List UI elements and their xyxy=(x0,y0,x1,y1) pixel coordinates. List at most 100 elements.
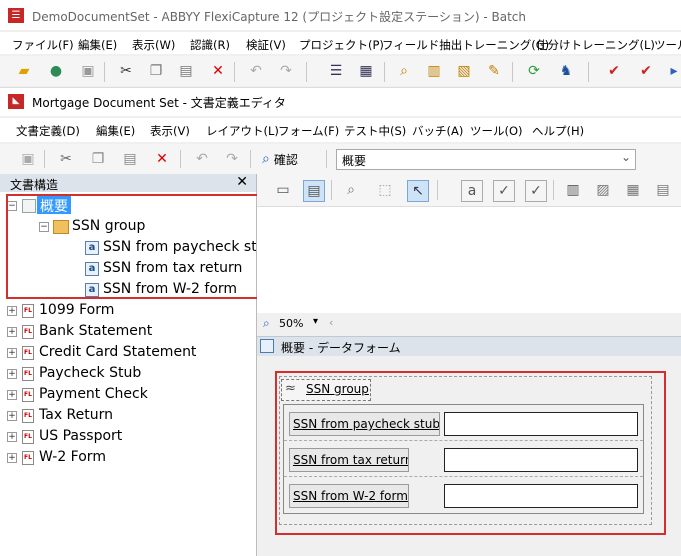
table-icon[interactable]: ▦ xyxy=(623,180,643,200)
menu-tools[interactable]: ツール(O) xyxy=(470,123,523,139)
section-dropdown[interactable]: 概要 ⌄ xyxy=(336,149,636,170)
image-canvas[interactable] xyxy=(257,207,681,313)
paste-icon[interactable]: ▤ xyxy=(176,61,196,81)
export-icon[interactable]: ▧ xyxy=(454,61,474,81)
field-label-tax-return[interactable]: SSN from tax return xyxy=(289,448,409,472)
tree-item-section[interactable]: + FL US Passport xyxy=(0,427,256,447)
editor-toolbar: ▣ ✂ ❐ ▤ ✕ ↶ ↷ ⌕ 確認 概要 ⌄ xyxy=(0,144,681,175)
refresh-icon[interactable]: ⟳ xyxy=(524,61,544,81)
expand-icon[interactable]: + xyxy=(7,411,17,421)
menu-recognize[interactable]: 認識(R) xyxy=(190,37,230,53)
close-icon[interactable]: ✕ xyxy=(236,174,248,190)
open-icon[interactable]: ● xyxy=(46,61,66,81)
delete-icon[interactable]: ✕ xyxy=(152,149,172,169)
undo-icon[interactable]: ↶ xyxy=(246,61,266,81)
training-icon[interactable]: ♞ xyxy=(556,61,576,81)
copy-icon[interactable]: ❐ xyxy=(146,61,166,81)
expand-icon[interactable]: + xyxy=(7,390,17,400)
menu-batch[interactable]: バッチ(A) xyxy=(412,123,463,139)
tree-item-section[interactable]: + FL Tax Return xyxy=(0,406,256,426)
edit-icon[interactable]: ✎ xyxy=(484,61,504,81)
page-icon[interactable]: ▭ xyxy=(273,180,293,200)
tree-item-label: Credit Card Statement xyxy=(39,344,197,360)
data-form-icon[interactable]: ▤ xyxy=(303,180,325,202)
zoom-level[interactable]: 50% xyxy=(279,317,303,330)
group-header[interactable]: ≈ SSN group xyxy=(281,379,371,401)
outer-menu-bar: ファイル(F) 編集(E) 表示(W) 認識(R) 検証(V) プロジェクト(P… xyxy=(0,32,681,54)
menu-form[interactable]: フォーム(F) xyxy=(278,123,339,139)
pointer-icon[interactable]: ↖ xyxy=(407,180,429,202)
document-structure-panel: 文書構造 ✕ − 概要 − SSN group a SSN from paych… xyxy=(0,174,259,556)
region-icon[interactable]: ⬚ xyxy=(375,180,395,200)
field-label-w2-form[interactable]: SSN from W-2 form xyxy=(289,484,409,508)
tree-item-section[interactable]: + FL Paycheck Stub xyxy=(0,364,256,384)
check-alt-icon[interactable]: ✔ xyxy=(636,61,656,81)
expand-icon[interactable]: + xyxy=(7,453,17,463)
menu-edit[interactable]: 編集(E) xyxy=(78,37,117,53)
field-input-paycheck-stub[interactable] xyxy=(444,412,638,436)
toolbar-separator xyxy=(234,62,235,82)
chevron-down-icon[interactable]: ▾ xyxy=(313,316,318,327)
grid-view-icon[interactable]: ▦ xyxy=(356,61,376,81)
more-icon[interactable]: ▸ xyxy=(664,61,681,81)
tree-item-label: 1099 Form xyxy=(39,302,115,318)
tree-item-section[interactable]: + FL Bank Statement xyxy=(0,322,256,342)
field-input-w2-form[interactable] xyxy=(444,484,638,508)
menu-testing[interactable]: テスト中(S) xyxy=(344,123,406,139)
preview-icon[interactable]: ⌕ xyxy=(394,61,414,81)
tree-item-section[interactable]: + FL Payment Check xyxy=(0,385,256,405)
save-icon[interactable]: ▣ xyxy=(78,61,98,81)
check-icon[interactable]: ✔ xyxy=(604,61,624,81)
expand-icon[interactable]: + xyxy=(7,432,17,442)
save-icon[interactable]: ▣ xyxy=(18,149,38,169)
barcode-icon[interactable]: ▥ xyxy=(563,180,583,200)
delete-icon[interactable]: ✕ xyxy=(208,61,228,81)
menu-field-extraction-training[interactable]: フィールド抽出トレーニング(G) xyxy=(382,37,549,53)
toolbar-separator xyxy=(437,180,438,200)
more-tools-icon[interactable]: ▤ xyxy=(653,180,673,200)
tree-item-label: Bank Statement xyxy=(39,323,153,339)
field-input-tax-return[interactable] xyxy=(444,448,638,472)
redo-icon[interactable]: ↷ xyxy=(222,149,242,169)
menu-help[interactable]: ヘルプ(H) xyxy=(532,123,584,139)
text-tool-icon[interactable]: a xyxy=(461,180,483,202)
list-view-icon[interactable]: ☰ xyxy=(326,61,346,81)
menu-document-definition[interactable]: 文書定義(D) xyxy=(16,123,80,139)
scroll-left-icon[interactable]: ‹ xyxy=(329,316,333,329)
expand-icon[interactable]: + xyxy=(7,306,17,316)
paste-icon[interactable]: ▤ xyxy=(120,149,140,169)
document-icon[interactable]: ▥ xyxy=(424,61,444,81)
menu-classification-training[interactable]: 仕分けトレーニング(L) xyxy=(536,37,655,53)
open-folder-icon[interactable]: ▰ xyxy=(14,61,34,81)
menu-project[interactable]: プロジェクト(P) xyxy=(299,37,384,53)
group-body: SSN from paycheck stub SSN from tax retu… xyxy=(283,404,644,514)
tree-item-section[interactable]: + FL W-2 Form xyxy=(0,448,256,468)
picture-icon[interactable]: ▨ xyxy=(593,180,613,200)
menu-view[interactable]: 表示(W) xyxy=(132,37,175,53)
cut-icon[interactable]: ✂ xyxy=(116,61,136,81)
menu-edit[interactable]: 編集(E) xyxy=(96,123,135,139)
menu-verify[interactable]: 検証(V) xyxy=(246,37,286,53)
checkbox-tool-icon[interactable]: ✓ xyxy=(493,180,515,202)
collapse-group-icon[interactable]: ≈ xyxy=(285,381,296,396)
copy-icon[interactable]: ❐ xyxy=(88,149,108,169)
toolbar-separator xyxy=(331,180,332,200)
menu-tools[interactable]: ツール xyxy=(654,37,681,53)
tree-item-section[interactable]: + FL Credit Card Statement xyxy=(0,343,256,363)
tree-item-section[interactable]: + FL 1099 Form xyxy=(0,301,256,321)
field-label-paycheck-stub[interactable]: SSN from paycheck stub xyxy=(289,412,440,436)
checkmark-group-icon[interactable]: ✓ xyxy=(525,180,547,202)
menu-file[interactable]: ファイル(F) xyxy=(12,37,74,53)
confirm-button[interactable]: ⌕ 確認 xyxy=(262,149,298,169)
cut-icon[interactable]: ✂ xyxy=(56,149,76,169)
section-dropdown-value: 概要 xyxy=(342,154,367,168)
menu-layout[interactable]: レイアウト(L) xyxy=(206,123,279,139)
menu-view[interactable]: 表示(V) xyxy=(150,123,190,139)
data-form-title: 概要 - データフォーム xyxy=(281,341,401,355)
expand-icon[interactable]: + xyxy=(7,348,17,358)
expand-icon[interactable]: + xyxy=(7,369,17,379)
undo-icon[interactable]: ↶ xyxy=(192,149,212,169)
expand-icon[interactable]: + xyxy=(7,327,17,337)
zoom-icon[interactable]: ⌕ xyxy=(341,180,361,200)
redo-icon[interactable]: ↷ xyxy=(276,61,296,81)
